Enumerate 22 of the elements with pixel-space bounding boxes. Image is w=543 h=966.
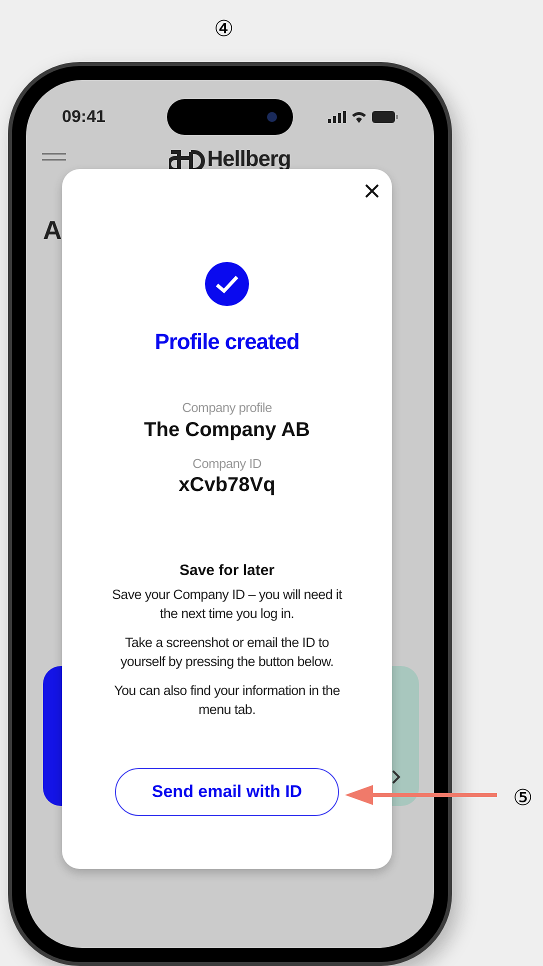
field-label: Company profile [182, 399, 272, 417]
field-value: The Company AB [144, 418, 310, 442]
status-time: 09:41 [62, 106, 106, 128]
chevron-icon [392, 770, 401, 784]
field-label: Company ID [192, 454, 262, 473]
section-heading: Save for later [179, 561, 275, 581]
close-icon[interactable] [365, 184, 379, 198]
info-paragraph: Save your Company ID – you will need it the next time you log in. [111, 586, 343, 622]
step-marker: ⑤ [513, 784, 533, 812]
brand-name: Hellberg [207, 144, 291, 172]
wifi-icon [351, 111, 367, 123]
battery-icon [372, 111, 398, 123]
dialog-title: Profile created [154, 328, 300, 356]
page-heading: A [43, 214, 62, 247]
menu-icon[interactable] [42, 153, 66, 161]
send-email-button[interactable]: Send email with ID [115, 768, 339, 816]
signal-icon [328, 111, 346, 123]
check-circle-icon [205, 262, 249, 306]
info-paragraph: Take a screenshot or email the ID to yourself by pressing the button below. [119, 634, 335, 670]
field-value: xCvb78Vq [178, 473, 276, 498]
info-paragraph: You can also find your information in the menu tab. [113, 682, 341, 718]
step-marker: ④ [214, 15, 234, 43]
